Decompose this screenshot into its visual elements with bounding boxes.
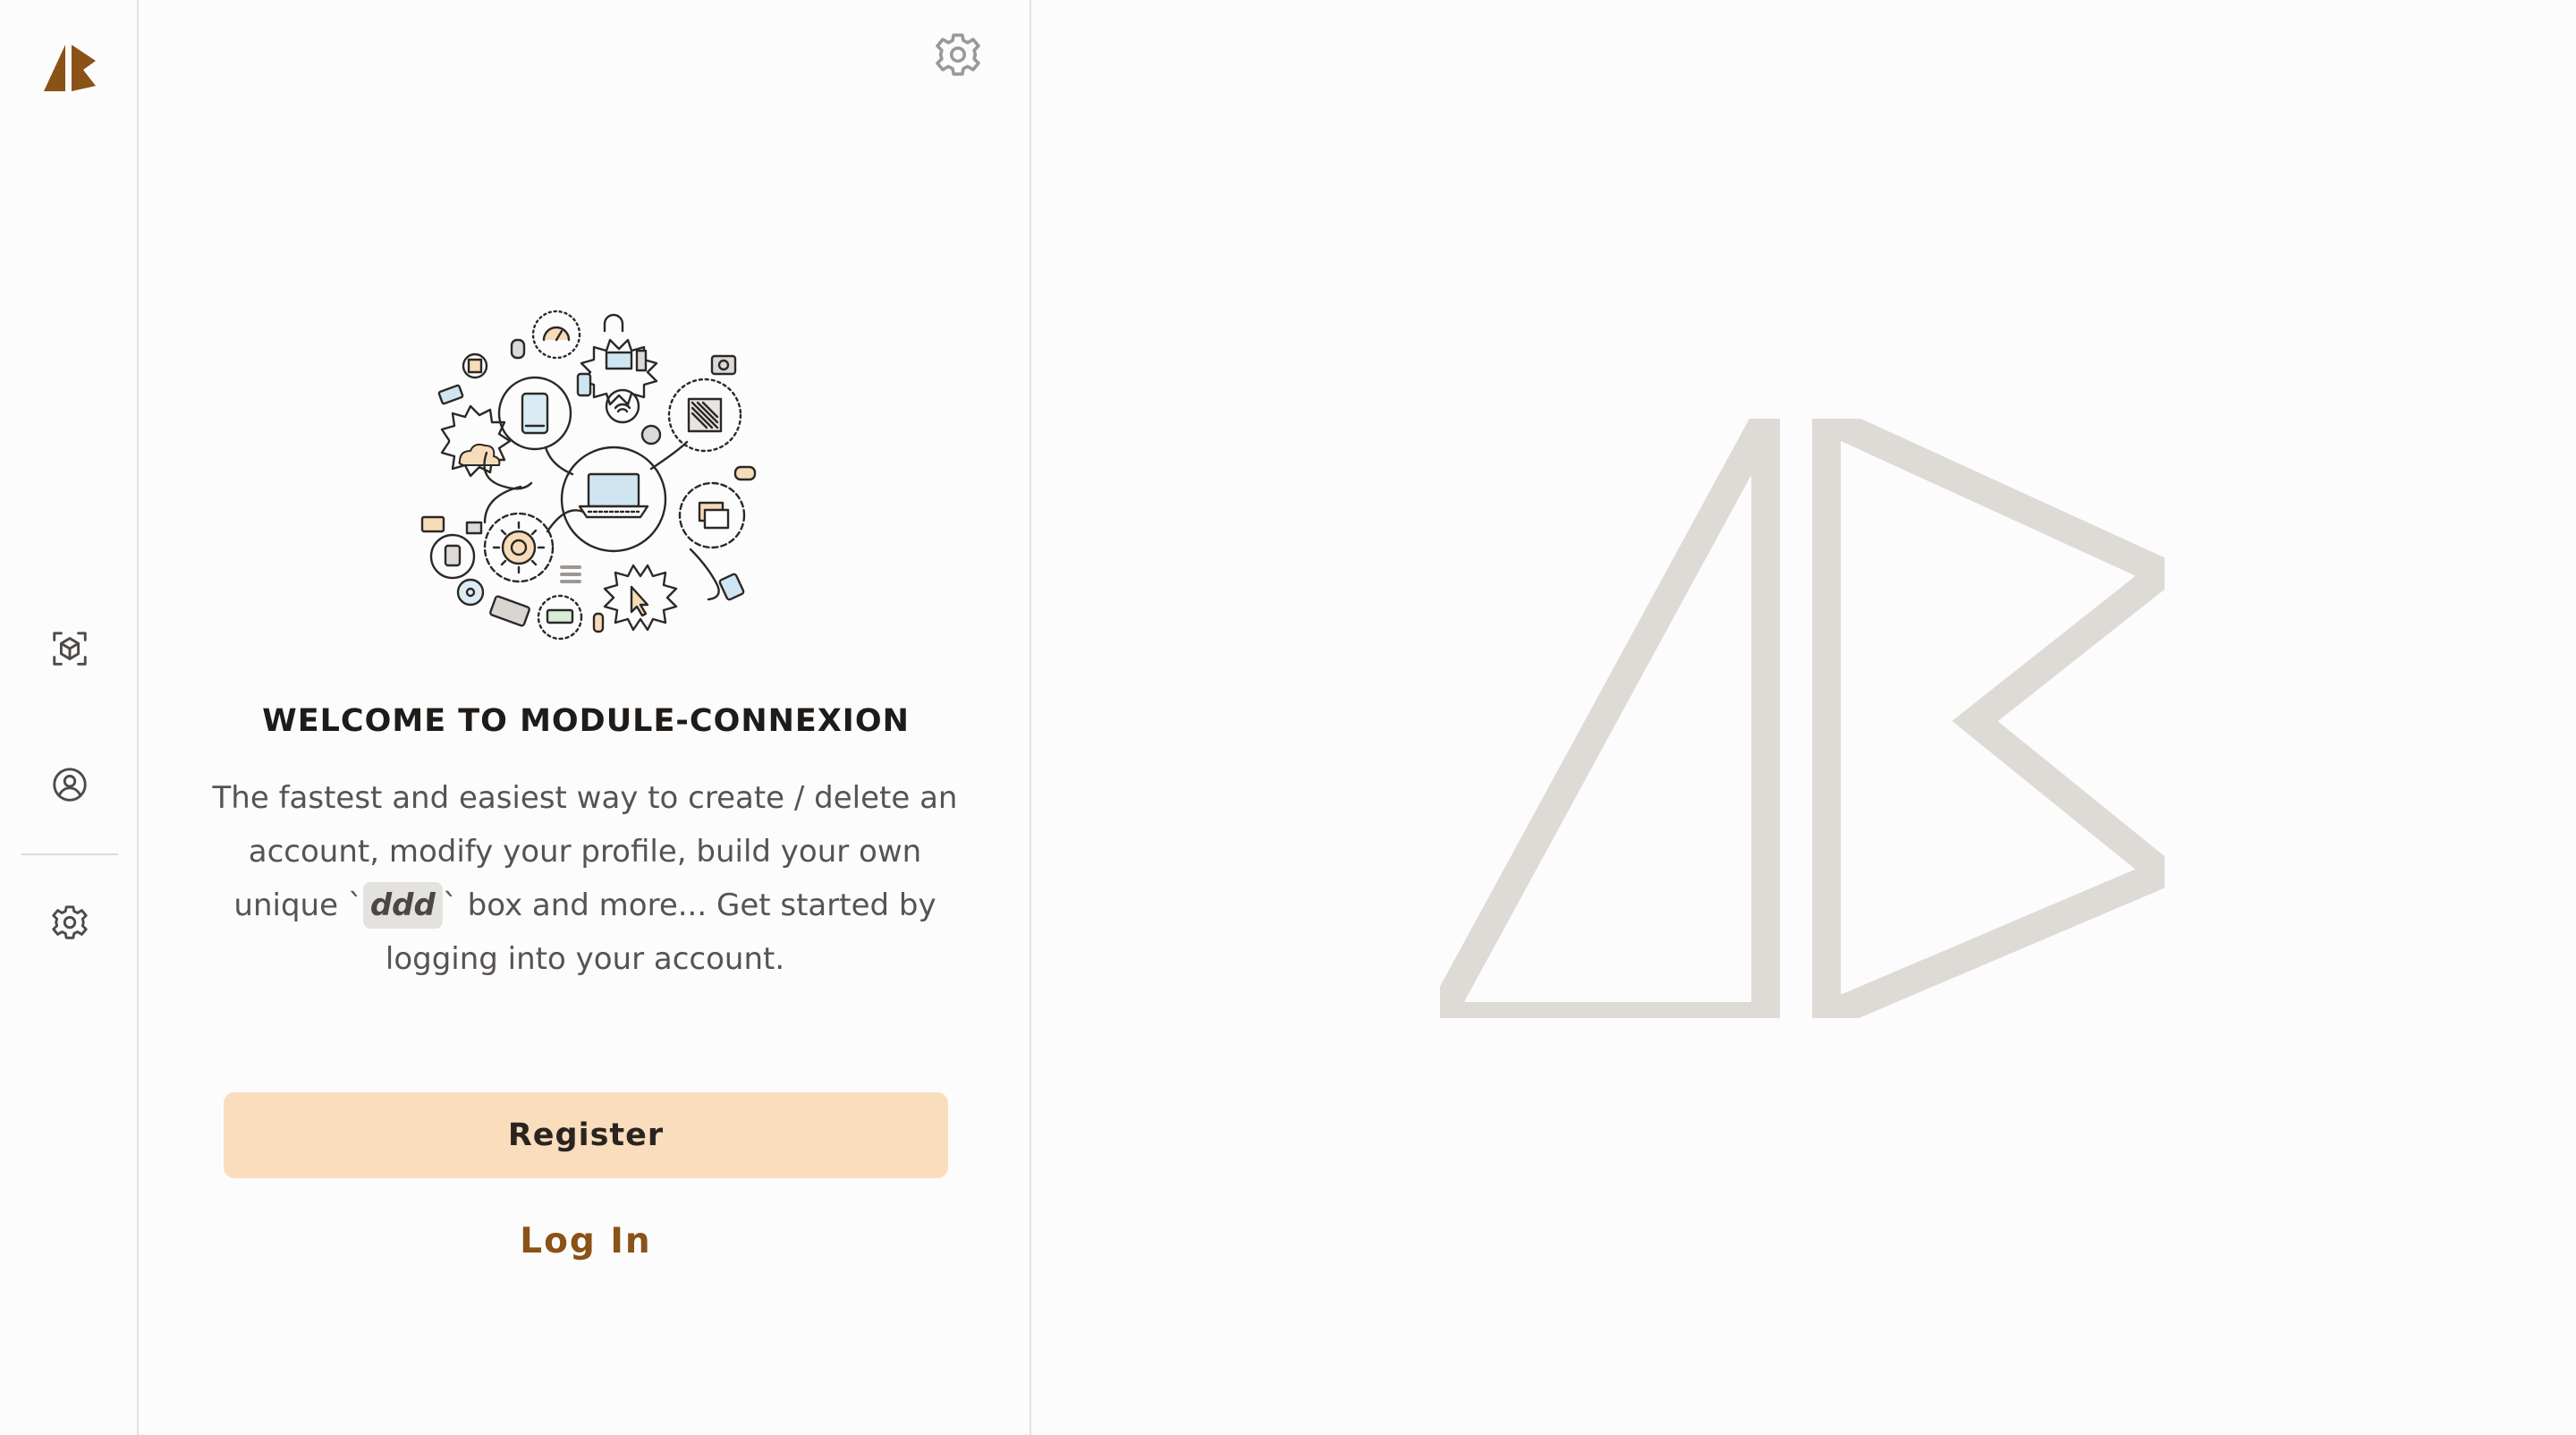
gear-icon <box>52 905 88 939</box>
welcome-title: WELCOME TO MODULE-CONNEXION <box>262 703 910 739</box>
sidebar-item-profile[interactable] <box>46 760 94 809</box>
app-logo-watermark <box>1440 419 2165 1018</box>
welcome-description: The fastest and easiest way to create / … <box>199 771 971 986</box>
description-text-end: box and more... Get started by logging i… <box>385 887 936 977</box>
register-button[interactable]: Register <box>224 1092 948 1178</box>
code-chip: ddd <box>362 882 443 929</box>
app-logo-icon[interactable] <box>44 45 96 91</box>
sidebar-item-settings[interactable] <box>46 898 94 947</box>
icon-sidebar <box>0 0 139 1435</box>
devices-illustration <box>420 310 757 641</box>
panel-settings-icon[interactable] <box>932 29 984 81</box>
backtick-open: ` <box>347 887 363 923</box>
sidebar-divider <box>21 853 118 855</box>
sidebar-item-modules[interactable] <box>46 624 94 673</box>
login-button[interactable]: Log In <box>429 1212 742 1269</box>
user-circle-icon <box>53 768 87 802</box>
backtick-close: ` <box>442 887 458 923</box>
cube-scan-icon <box>53 632 87 666</box>
